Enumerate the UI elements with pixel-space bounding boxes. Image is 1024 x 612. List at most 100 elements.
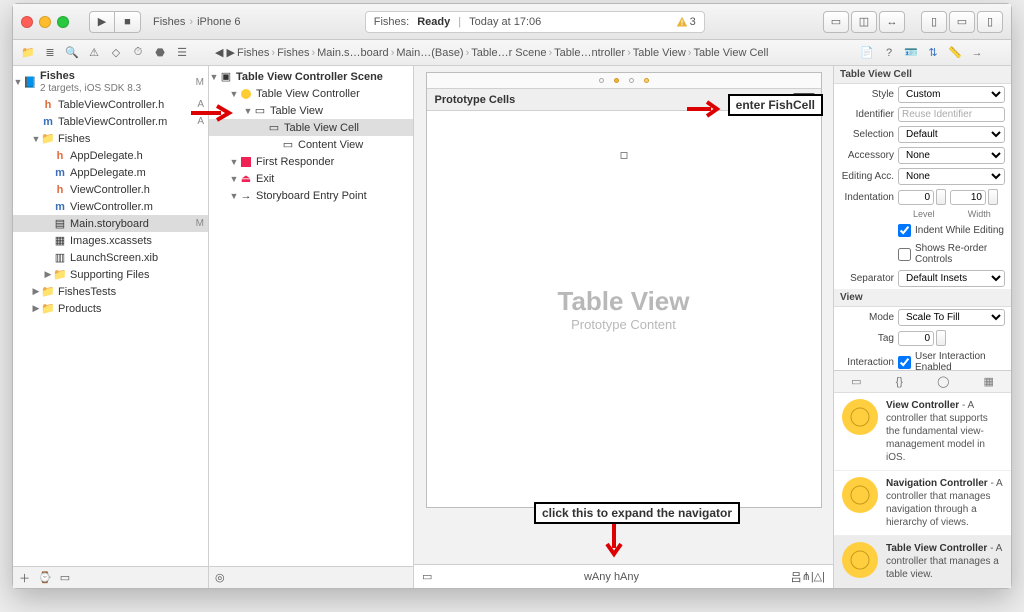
navigator-item[interactable]: hTableViewController.hA <box>13 96 208 113</box>
warning-indicator[interactable]: 3 <box>676 16 696 28</box>
report-navigator-icon[interactable]: ☰ <box>173 44 191 62</box>
status-dot-icon <box>599 78 604 83</box>
help-inspector-icon[interactable]: ? <box>881 45 897 61</box>
version-editor-button[interactable]: ↔ <box>879 11 905 33</box>
file-inspector-icon[interactable]: 📄 <box>859 45 875 61</box>
align-button[interactable]: 吕 <box>791 569 802 585</box>
test-navigator-icon[interactable]: ◇ <box>107 44 125 62</box>
activity-viewer: Fishes: Ready | Today at 17:06 3 <box>365 11 705 33</box>
reorder-checkbox[interactable] <box>898 248 911 261</box>
close-traffic-light[interactable] <box>21 16 33 28</box>
file-template-library-icon[interactable]: ▭ <box>851 375 861 388</box>
project-navigator-icon[interactable]: 📁 <box>19 44 37 62</box>
navigator-item[interactable]: mTableViewController.mA <box>13 113 208 130</box>
pin-button[interactable]: ⋔ <box>802 570 811 583</box>
filter-recent-icon[interactable]: ⌚ <box>38 571 52 584</box>
find-navigator-icon[interactable]: 🔍 <box>63 44 81 62</box>
status-dot-icon <box>629 78 634 83</box>
destination-selector[interactable]: iPhone 6 <box>197 16 240 28</box>
navigator-item[interactable]: ▤Main.storyboardM <box>13 215 208 232</box>
navigator-item[interactable]: ▥LaunchScreen.xib <box>13 249 208 266</box>
symbol-navigator-icon[interactable]: ≣ <box>41 44 59 62</box>
user-interaction-checkbox[interactable] <box>898 356 911 369</box>
indent-level-field[interactable] <box>898 190 934 205</box>
toggle-utilities-button[interactable]: ▯ <box>977 11 1003 33</box>
navigator-item[interactable]: ▶📁Products <box>13 300 208 317</box>
library-item[interactable]: Navigation Controller - A controller tha… <box>834 471 1011 536</box>
navigator-item[interactable]: ▦Images.xcassets <box>13 232 208 249</box>
navigator-item[interactable]: ▶📁FishesTests <box>13 283 208 300</box>
accessory-select[interactable]: None <box>898 147 1005 164</box>
toggle-navigator-button[interactable]: ▯ <box>921 11 947 33</box>
run-button[interactable]: ▶ <box>89 11 115 33</box>
arrow-right-icon <box>191 104 233 122</box>
arrow-down-icon <box>604 524 624 558</box>
filter-scm-icon[interactable]: ▭ <box>60 571 70 584</box>
tag-field[interactable] <box>898 331 934 346</box>
toggle-outline-button[interactable]: ▭ <box>422 570 432 583</box>
section-header: View <box>834 289 1011 307</box>
outline-item[interactable]: ▼Table View Controller <box>209 85 413 102</box>
attributes-inspector: Table View Cell StyleCustom Identifier S… <box>833 66 1011 588</box>
outline-item[interactable]: ▭Content View <box>209 136 413 153</box>
navigator-item[interactable]: mAppDelegate.m <box>13 164 208 181</box>
scheme-selector[interactable]: Fishes <box>153 16 185 28</box>
toggle-debug-button[interactable]: ▭ <box>949 11 975 33</box>
canvas-placeholder-subtitle: Prototype Content <box>571 317 676 332</box>
stepper-buttons[interactable] <box>936 189 946 205</box>
document-outline: ▼▣Table View Controller Scene▼Table View… <box>209 66 414 588</box>
outline-item[interactable]: ▼⏏Exit <box>209 170 413 187</box>
standard-editor-button[interactable]: ▭ <box>823 11 849 33</box>
stepper-buttons[interactable] <box>936 330 946 346</box>
navigator-item[interactable]: mViewController.m <box>13 198 208 215</box>
editing-accessory-select[interactable]: None <box>898 168 1005 185</box>
selection-select[interactable]: Default <box>898 126 1005 143</box>
issue-navigator-icon[interactable]: ⚠ <box>85 44 103 62</box>
outline-item[interactable]: ▼→Storyboard Entry Point <box>209 187 413 204</box>
breakpoint-navigator-icon[interactable]: ⬣ <box>151 44 169 62</box>
outline-item[interactable]: ▼First Responder <box>209 153 413 170</box>
library-item[interactable]: View Controller - A controller that supp… <box>834 393 1011 471</box>
add-button[interactable]: ＋ <box>19 570 30 586</box>
stepper-buttons[interactable] <box>988 189 998 205</box>
zoom-traffic-light[interactable] <box>57 16 69 28</box>
content-mode-select[interactable]: Scale To Fill <box>898 309 1005 326</box>
project-root[interactable]: ▼📘Fishes2 targets, iOS SDK 8.3M <box>13 68 208 96</box>
outline-item[interactable]: ▭Table View Cell <box>209 119 413 136</box>
navigator-item[interactable]: ▼📁Fishes <box>13 130 208 147</box>
status-dot-icon <box>614 78 619 83</box>
media-library-icon[interactable]: ▦ <box>984 375 994 388</box>
project-navigator: ▼📘Fishes2 targets, iOS SDK 8.3MhTableVie… <box>13 66 209 588</box>
resolve-button[interactable]: |△| <box>811 570 825 583</box>
connections-inspector-icon[interactable]: → <box>969 45 985 61</box>
navigator-selector-bar: 📁 ≣ 🔍 ⚠ ◇ ⏱ ⬣ ☰ ◀ ▶ Fishes› Fishes› Main… <box>13 40 1011 66</box>
indent-while-editing-checkbox[interactable] <box>898 224 911 237</box>
jump-bar[interactable]: ◀ ▶ Fishes› Fishes› Main.s…board› Main…(… <box>209 46 833 59</box>
object-library-icon[interactable]: ◯ <box>937 375 949 388</box>
debug-navigator-icon[interactable]: ⏱ <box>129 44 147 62</box>
interface-builder-canvas[interactable]: Prototype Cells Table View Prototype Con… <box>414 66 833 588</box>
code-snippet-library-icon[interactable]: {} <box>896 376 903 388</box>
stop-button[interactable]: ■ <box>115 11 141 33</box>
canvas-placeholder-title: Table View <box>558 286 690 317</box>
library-item[interactable]: Table View Controller - A controller tha… <box>834 536 1011 588</box>
minimize-traffic-light[interactable] <box>39 16 51 28</box>
navigator-item[interactable]: hViewController.h <box>13 181 208 198</box>
table-view-controller-scene[interactable]: Prototype Cells Table View Prototype Con… <box>426 72 822 508</box>
navigator-item[interactable]: hAppDelegate.h <box>13 147 208 164</box>
titlebar: ▶ ■ Fishes › iPhone 6 Fishes: Ready | To… <box>13 4 1011 40</box>
identifier-field[interactable] <box>898 107 1005 122</box>
outline-scene[interactable]: ▼▣Table View Controller Scene <box>209 68 413 85</box>
identity-inspector-icon[interactable]: 🪪 <box>903 45 919 61</box>
xcode-window: ▶ ■ Fishes › iPhone 6 Fishes: Ready | To… <box>12 3 1012 589</box>
indent-width-field[interactable] <box>950 190 986 205</box>
navigator-item[interactable]: ▶📁Supporting Files <box>13 266 208 283</box>
outline-item[interactable]: ▼▭Table View <box>209 102 413 119</box>
size-class-bar[interactable]: ▭ wAny hAny 吕 ⋔ |△| <box>414 564 833 588</box>
style-select[interactable]: Custom <box>898 86 1005 103</box>
attributes-inspector-icon[interactable]: ⇅ <box>925 45 941 61</box>
outline-filter-icon[interactable]: ◎ <box>215 571 225 584</box>
assistant-editor-button[interactable]: ◫ <box>851 11 877 33</box>
separator-select[interactable]: Default Insets <box>898 270 1005 287</box>
size-inspector-icon[interactable]: 📏 <box>947 45 963 61</box>
